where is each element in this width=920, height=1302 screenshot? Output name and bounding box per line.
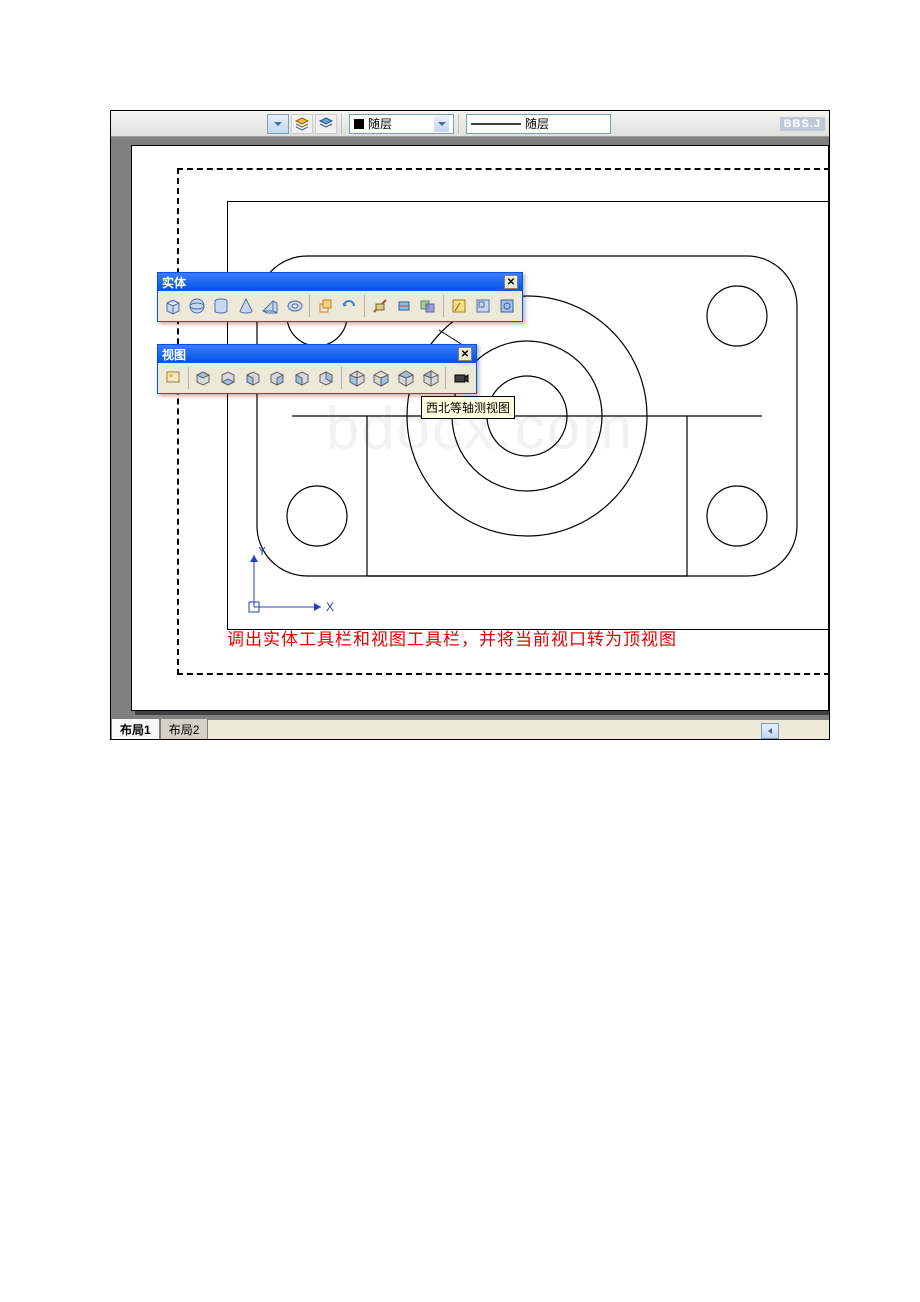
layout-tabs: 布局1 布局2	[111, 719, 829, 739]
extrude-icon[interactable]	[314, 295, 335, 318]
properties-toolbar: 随层 随层 BBS.J	[111, 111, 829, 137]
dropdown-arrow-icon[interactable]	[434, 116, 449, 132]
tab-layout2[interactable]: 布局2	[160, 718, 209, 740]
solids-toolbar[interactable]: 实体 ✕	[157, 272, 523, 322]
workspace: bdocx.com X	[111, 137, 829, 719]
solids-toolbar-title[interactable]: 实体 ✕	[158, 273, 522, 291]
back-view-icon[interactable]	[316, 367, 338, 390]
instruction-annotation: 调出实体工具栏和视图工具栏，并将当前视口转为顶视图	[227, 625, 677, 650]
views-toolbar[interactable]: 视图 ✕	[157, 344, 477, 394]
revolve-icon[interactable]	[339, 295, 360, 318]
ne-iso-icon[interactable]	[395, 367, 417, 390]
paper-space[interactable]: bdocx.com X	[131, 145, 829, 711]
setup-view-icon[interactable]	[472, 295, 493, 318]
line-preview-icon	[471, 122, 521, 126]
tab-layout1[interactable]: 布局1	[111, 718, 160, 740]
layer-properties-icon[interactable]	[315, 114, 337, 134]
sphere-icon[interactable]	[186, 295, 207, 318]
front-view-icon[interactable]	[291, 367, 313, 390]
views-toolbar-title[interactable]: 视图 ✕	[158, 345, 476, 363]
ucs-icon: X Y	[246, 547, 336, 622]
interfere-icon[interactable]	[418, 295, 439, 318]
camera-icon[interactable]	[450, 367, 472, 390]
scroll-left-button[interactable]	[761, 723, 779, 739]
close-icon[interactable]: ✕	[504, 275, 518, 289]
layer-combo[interactable]: 随层	[349, 114, 454, 134]
tooltip: 西北等轴测视图	[421, 396, 515, 419]
torus-icon[interactable]	[284, 295, 305, 318]
box-icon[interactable]	[162, 295, 183, 318]
top-view-icon[interactable]	[193, 367, 215, 390]
right-view-icon[interactable]	[266, 367, 288, 390]
nw-iso-icon[interactable]	[420, 367, 442, 390]
linetype-combo-text: 随层	[525, 115, 549, 132]
linetype-combo[interactable]: 随层	[466, 114, 611, 134]
close-icon[interactable]: ✕	[458, 347, 472, 361]
cylinder-icon[interactable]	[211, 295, 232, 318]
cone-icon[interactable]	[235, 295, 256, 318]
wedge-icon[interactable]	[260, 295, 281, 318]
bbs-watermark: BBS.J	[780, 117, 825, 131]
named-views-icon[interactable]	[162, 367, 184, 390]
left-view-icon[interactable]	[242, 367, 264, 390]
layer-combo-text: 随层	[368, 115, 392, 132]
bottom-view-icon[interactable]	[217, 367, 239, 390]
color-dropdown-button[interactable]	[267, 114, 289, 134]
app-window: 随层 随层 BBS.J bdocx.com	[110, 110, 830, 740]
svg-text:X: X	[326, 600, 334, 614]
section-icon[interactable]	[393, 295, 414, 318]
se-iso-icon[interactable]	[371, 367, 393, 390]
layer-stack-icon[interactable]	[291, 114, 313, 134]
setup-profile-icon[interactable]	[497, 295, 518, 318]
setup-drawing-icon[interactable]	[448, 295, 469, 318]
slice-icon[interactable]	[369, 295, 390, 318]
sw-iso-icon[interactable]	[346, 367, 368, 390]
color-swatch-icon	[354, 119, 364, 129]
svg-text:Y: Y	[258, 547, 266, 558]
